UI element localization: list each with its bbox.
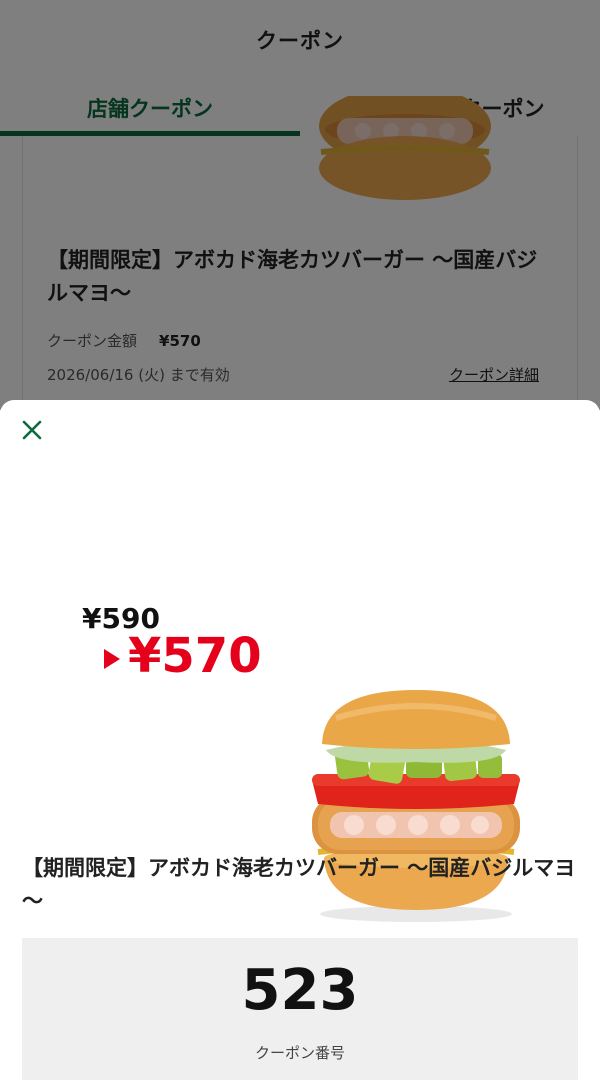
close-button[interactable] <box>14 412 50 448</box>
coupon-code-box: 523 クーポン番号 <box>22 938 578 1080</box>
triangle-arrow-icon <box>104 649 120 669</box>
screen: クーポン 店舗クーポン ネット注文クーポン 【期間限定】アボカド海老カツバーガー… <box>0 0 600 1080</box>
discount-price: ¥570 <box>128 628 262 684</box>
coupon-number: 523 <box>241 958 359 1023</box>
modal-backdrop[interactable] <box>0 0 600 410</box>
promo-image: ¥590 ¥570 <box>0 490 600 922</box>
coupon-number-label: クーポン番号 <box>254 1044 345 1062</box>
coupon-title: 【期間限定】アボカド海老カツバーガー ～国産バジルマヨ～ <box>22 856 576 913</box>
discount-price-row: ¥570 <box>104 628 262 684</box>
coupon-modal: ¥590 ¥570 【期間限定】アボカド海老カツバーガー ～国産バジルマヨ～ 5… <box>0 400 600 1080</box>
close-icon <box>22 420 42 440</box>
